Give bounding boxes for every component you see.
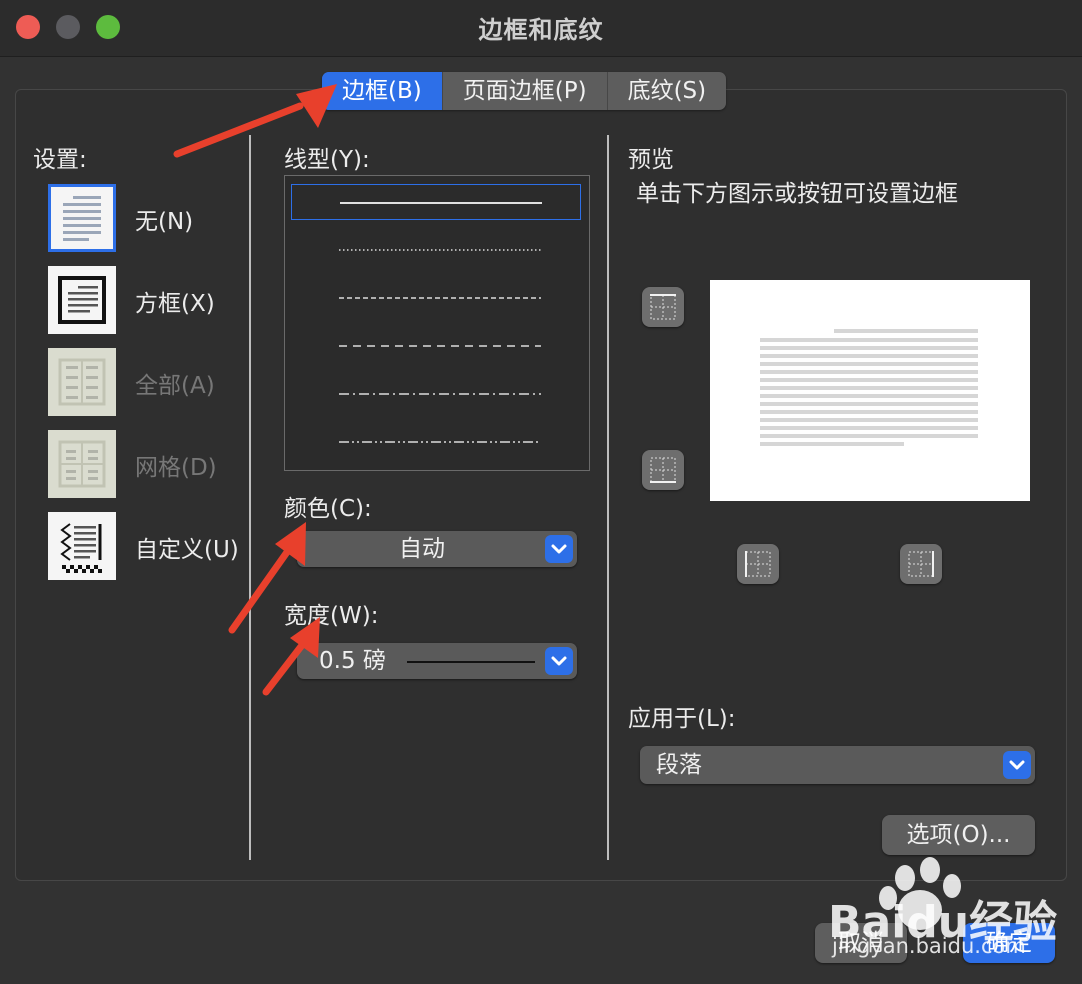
preview-text-line [834, 329, 978, 333]
top-border-button[interactable] [642, 287, 684, 327]
setting-all-button[interactable] [48, 348, 116, 416]
preview-text-line [760, 378, 978, 382]
color-value: 自动 [399, 536, 445, 562]
apply-to-label: 应用于(L): [628, 706, 736, 732]
setting-custom-label: 自定义(U) [135, 537, 239, 563]
watermark-url: jingyan.baidu.com [832, 934, 1026, 958]
preview-text-line [760, 426, 978, 430]
none-border-icon [63, 196, 101, 241]
left-border-icon [745, 551, 771, 577]
setting-grid-button[interactable] [48, 430, 116, 498]
preview-text-line [760, 394, 978, 398]
width-line-sample [407, 661, 535, 663]
setting-none-button[interactable] [48, 184, 116, 252]
apply-to-select[interactable]: 段落 [640, 746, 1035, 784]
width-select[interactable]: 0.5 磅 [297, 643, 577, 679]
setting-none-label: 无(N) [135, 209, 194, 235]
left-border-button[interactable] [737, 544, 779, 584]
setting-box-button[interactable] [48, 266, 116, 334]
line-style-heading: 线型(Y): [284, 147, 370, 173]
width-value: 0.5 磅 [319, 648, 386, 674]
chevron-down-icon [545, 647, 573, 675]
bottom-border-button[interactable] [642, 450, 684, 490]
color-select[interactable]: 自动 [297, 531, 577, 567]
options-button[interactable]: 选项(O)... [882, 815, 1035, 855]
line-style-solid[interactable] [291, 184, 581, 220]
bottom-border-icon [650, 457, 676, 483]
preview-text-line [760, 402, 978, 406]
box-border-icon [58, 276, 106, 324]
column-divider [607, 135, 609, 860]
chevron-down-icon [1003, 751, 1031, 779]
preview-text-line [760, 370, 978, 374]
apply-to-value: 段落 [656, 752, 702, 778]
preview-text-line [760, 362, 978, 366]
all-border-icon [58, 358, 106, 406]
tab-borders[interactable]: 边框(B) [322, 72, 443, 110]
tab-shading[interactable]: 底纹(S) [608, 72, 727, 110]
color-label: 颜色(C): [284, 496, 372, 522]
line-style-dash-dot-dot[interactable] [291, 424, 581, 460]
preview-text-line [760, 442, 904, 446]
right-border-button[interactable] [900, 544, 942, 584]
right-border-icon [908, 551, 934, 577]
line-style-dashed-small[interactable] [291, 280, 581, 316]
preview-text-line [760, 338, 978, 342]
border-preview[interactable] [710, 280, 1030, 501]
custom-border-icon [60, 523, 102, 573]
column-divider [249, 135, 251, 860]
setting-all-label: 全部(A) [135, 373, 215, 399]
tab-bar: 边框(B) 页面边框(P) 底纹(S) [322, 72, 727, 110]
preview-text-line [760, 354, 978, 358]
line-style-dash-dot[interactable] [291, 376, 581, 412]
setting-grid-label: 网格(D) [135, 455, 217, 481]
preview-text-line [760, 410, 978, 414]
width-label: 宽度(W): [284, 603, 379, 629]
preview-text-line [760, 386, 978, 390]
title-bar: 边框和底纹 [0, 0, 1082, 57]
chevron-down-icon [545, 535, 573, 563]
preview-heading: 预览 [628, 147, 674, 173]
preview-hint: 单击下方图示或按钮可设置边框 [636, 181, 958, 207]
tab-page-borders[interactable]: 页面边框(P) [443, 72, 608, 110]
top-border-icon [650, 294, 676, 320]
preview-text-line [760, 418, 978, 422]
setting-box-label: 方框(X) [135, 291, 215, 317]
grid-border-icon [58, 440, 106, 488]
setting-custom-button[interactable] [48, 512, 116, 580]
settings-heading: 设置: [33, 147, 87, 173]
line-style-dotted[interactable] [291, 232, 581, 268]
window-title: 边框和底纹 [478, 16, 604, 44]
preview-text-line [760, 346, 978, 350]
preview-text-line [760, 434, 978, 438]
line-style-dashed[interactable] [291, 328, 581, 364]
line-style-list[interactable] [284, 175, 590, 471]
